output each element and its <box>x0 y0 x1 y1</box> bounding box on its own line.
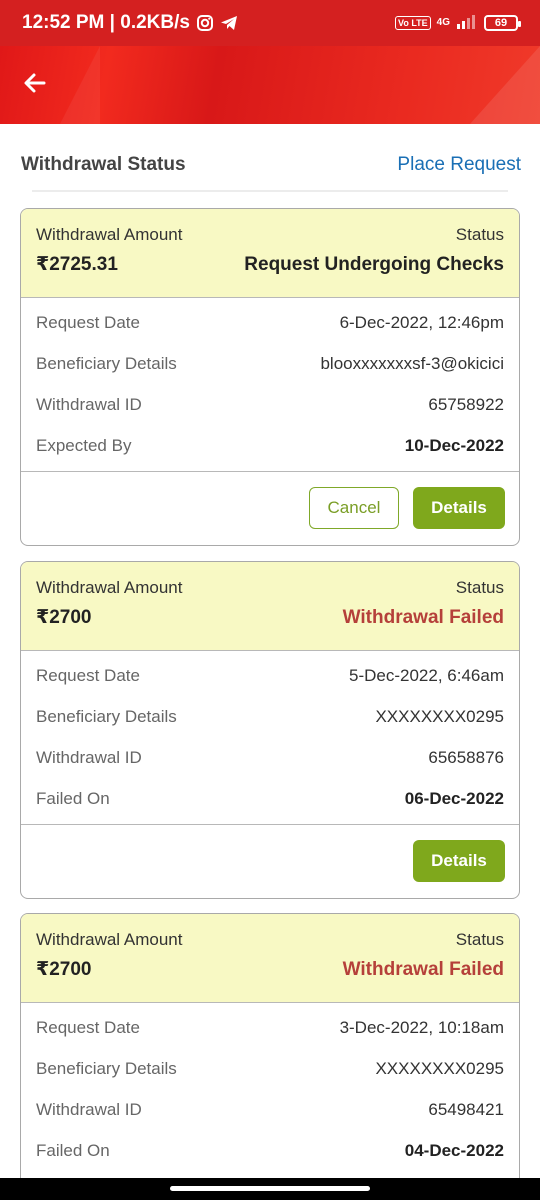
status-value: Withdrawal Failed <box>342 606 504 628</box>
beneficiary-row: Beneficiary Details XXXXXXXX0295 <box>36 1048 504 1089</box>
network-type: 4G <box>436 17 450 28</box>
card-body: Request Date 6-Dec-2022, 12:46pm Benefic… <box>21 298 519 466</box>
request-date-label: Request Date <box>36 312 140 332</box>
beneficiary-label: Beneficiary Details <box>36 1058 177 1078</box>
card-header: Withdrawal Amount Status ₹2725.31 Reques… <box>21 209 519 298</box>
expected-by-value: 10-Dec-2022 <box>404 435 504 455</box>
beneficiary-value: XXXXXXXX0295 <box>375 1058 504 1078</box>
card-body: Request Date 3-Dec-2022, 10:18am Benefic… <box>21 1003 519 1171</box>
back-arrow-icon <box>23 71 47 100</box>
status-left: 12:52 PM | 0.2KB/s <box>22 12 238 34</box>
failed-on-value: 04-Dec-2022 <box>404 1140 504 1160</box>
request-date-row: Request Date 3-Dec-2022, 10:18am <box>36 1007 504 1048</box>
status-time-net: 12:52 PM | 0.2KB/s <box>22 12 190 33</box>
section-header: Withdrawal Status Place Request <box>21 150 521 180</box>
withdrawal-card: Withdrawal Amount Status ₹2700 Withdrawa… <box>20 913 520 1200</box>
withdrawal-id-row: Withdrawal ID 65498421 <box>36 1089 504 1130</box>
home-gesture-pill[interactable] <box>170 1186 370 1191</box>
failed-on-row: Failed On 06-Dec-2022 <box>36 778 504 819</box>
status-bar: 12:52 PM | 0.2KB/s Vo LTE 4G 69 <box>0 0 540 46</box>
details-button[interactable]: Details <box>413 486 505 529</box>
failed-on-row: Failed On 04-Dec-2022 <box>36 1130 504 1171</box>
card-body: Request Date 5-Dec-2022, 6:46am Benefici… <box>21 651 519 819</box>
failed-on-label: Failed On <box>36 788 110 808</box>
request-date-row: Request Date 5-Dec-2022, 6:46am <box>36 655 504 696</box>
beneficiary-value: XXXXXXXX0295 <box>375 706 504 726</box>
request-date-value: 5-Dec-2022, 6:46am <box>349 665 504 685</box>
withdrawal-amount-label: Withdrawal Amount <box>36 930 183 949</box>
withdrawal-id-label: Withdrawal ID <box>36 747 142 767</box>
expected-by-row: Expected By 10-Dec-2022 <box>36 425 504 466</box>
battery-icon: 69 <box>484 15 521 31</box>
withdrawal-amount: ₹2700 <box>36 959 92 980</box>
withdrawal-amount-label: Withdrawal Amount <box>36 578 183 597</box>
status-label: Status <box>455 225 504 244</box>
withdrawal-id-label: Withdrawal ID <box>36 394 142 414</box>
status-label: Status <box>455 578 504 597</box>
status-value: Request Undergoing Checks <box>244 253 504 275</box>
signal-icon <box>456 13 478 34</box>
request-date-value: 6-Dec-2022, 12:46pm <box>339 312 504 332</box>
beneficiary-row: Beneficiary Details blooxxxxxxxsf-3@okic… <box>36 343 504 384</box>
beneficiary-label: Beneficiary Details <box>36 706 177 726</box>
volte-badge: Vo LTE <box>394 16 431 30</box>
withdrawal-card: Withdrawal Amount Status ₹2700 Withdrawa… <box>20 561 520 899</box>
request-date-label: Request Date <box>36 1017 140 1037</box>
beneficiary-label: Beneficiary Details <box>36 353 177 373</box>
withdrawal-id-row: Withdrawal ID 65658876 <box>36 737 504 778</box>
withdrawal-amount: ₹2700 <box>36 607 92 628</box>
card-actions: Cancel Details <box>21 471 519 543</box>
card-header: Withdrawal Amount Status ₹2700 Withdrawa… <box>21 562 519 651</box>
withdrawal-card: Withdrawal Amount Status ₹2725.31 Reques… <box>20 208 520 546</box>
telegram-icon <box>220 14 238 32</box>
status-label: Status <box>455 930 504 949</box>
back-button[interactable] <box>18 68 52 102</box>
place-request-link[interactable]: Place Request <box>397 154 521 176</box>
beneficiary-row: Beneficiary Details XXXXXXXX0295 <box>36 696 504 737</box>
expected-by-label: Expected By <box>36 435 132 455</box>
card-actions: Details <box>21 824 519 896</box>
divider <box>32 190 508 192</box>
withdrawal-amount-label: Withdrawal Amount <box>36 225 183 244</box>
details-button[interactable]: Details <box>413 839 505 882</box>
battery-level: 69 <box>494 17 508 29</box>
failed-on-value: 06-Dec-2022 <box>404 788 504 808</box>
app-bar <box>0 46 540 124</box>
page-title: Withdrawal Status <box>21 154 186 175</box>
system-nav-bar <box>0 1178 540 1200</box>
status-value: Withdrawal Failed <box>342 958 504 980</box>
instagram-icon <box>196 14 214 32</box>
withdrawal-amount: ₹2725.31 <box>36 254 118 275</box>
request-date-value: 3-Dec-2022, 10:18am <box>339 1017 504 1037</box>
request-date-label: Request Date <box>36 665 140 685</box>
withdrawal-id-value: 65658876 <box>428 747 504 767</box>
failed-on-label: Failed On <box>36 1140 110 1160</box>
card-header: Withdrawal Amount Status ₹2700 Withdrawa… <box>21 914 519 1003</box>
withdrawal-id-value: 65498421 <box>428 1099 504 1119</box>
beneficiary-value: blooxxxxxxxsf-3@okicici <box>320 353 504 373</box>
withdrawal-id-value: 65758922 <box>428 394 504 414</box>
withdrawal-id-label: Withdrawal ID <box>36 1099 142 1119</box>
status-right: Vo LTE 4G 69 <box>394 13 521 34</box>
request-date-row: Request Date 6-Dec-2022, 12:46pm <box>36 302 504 343</box>
cancel-button[interactable]: Cancel <box>309 486 399 529</box>
withdrawal-id-row: Withdrawal ID 65758922 <box>36 384 504 425</box>
